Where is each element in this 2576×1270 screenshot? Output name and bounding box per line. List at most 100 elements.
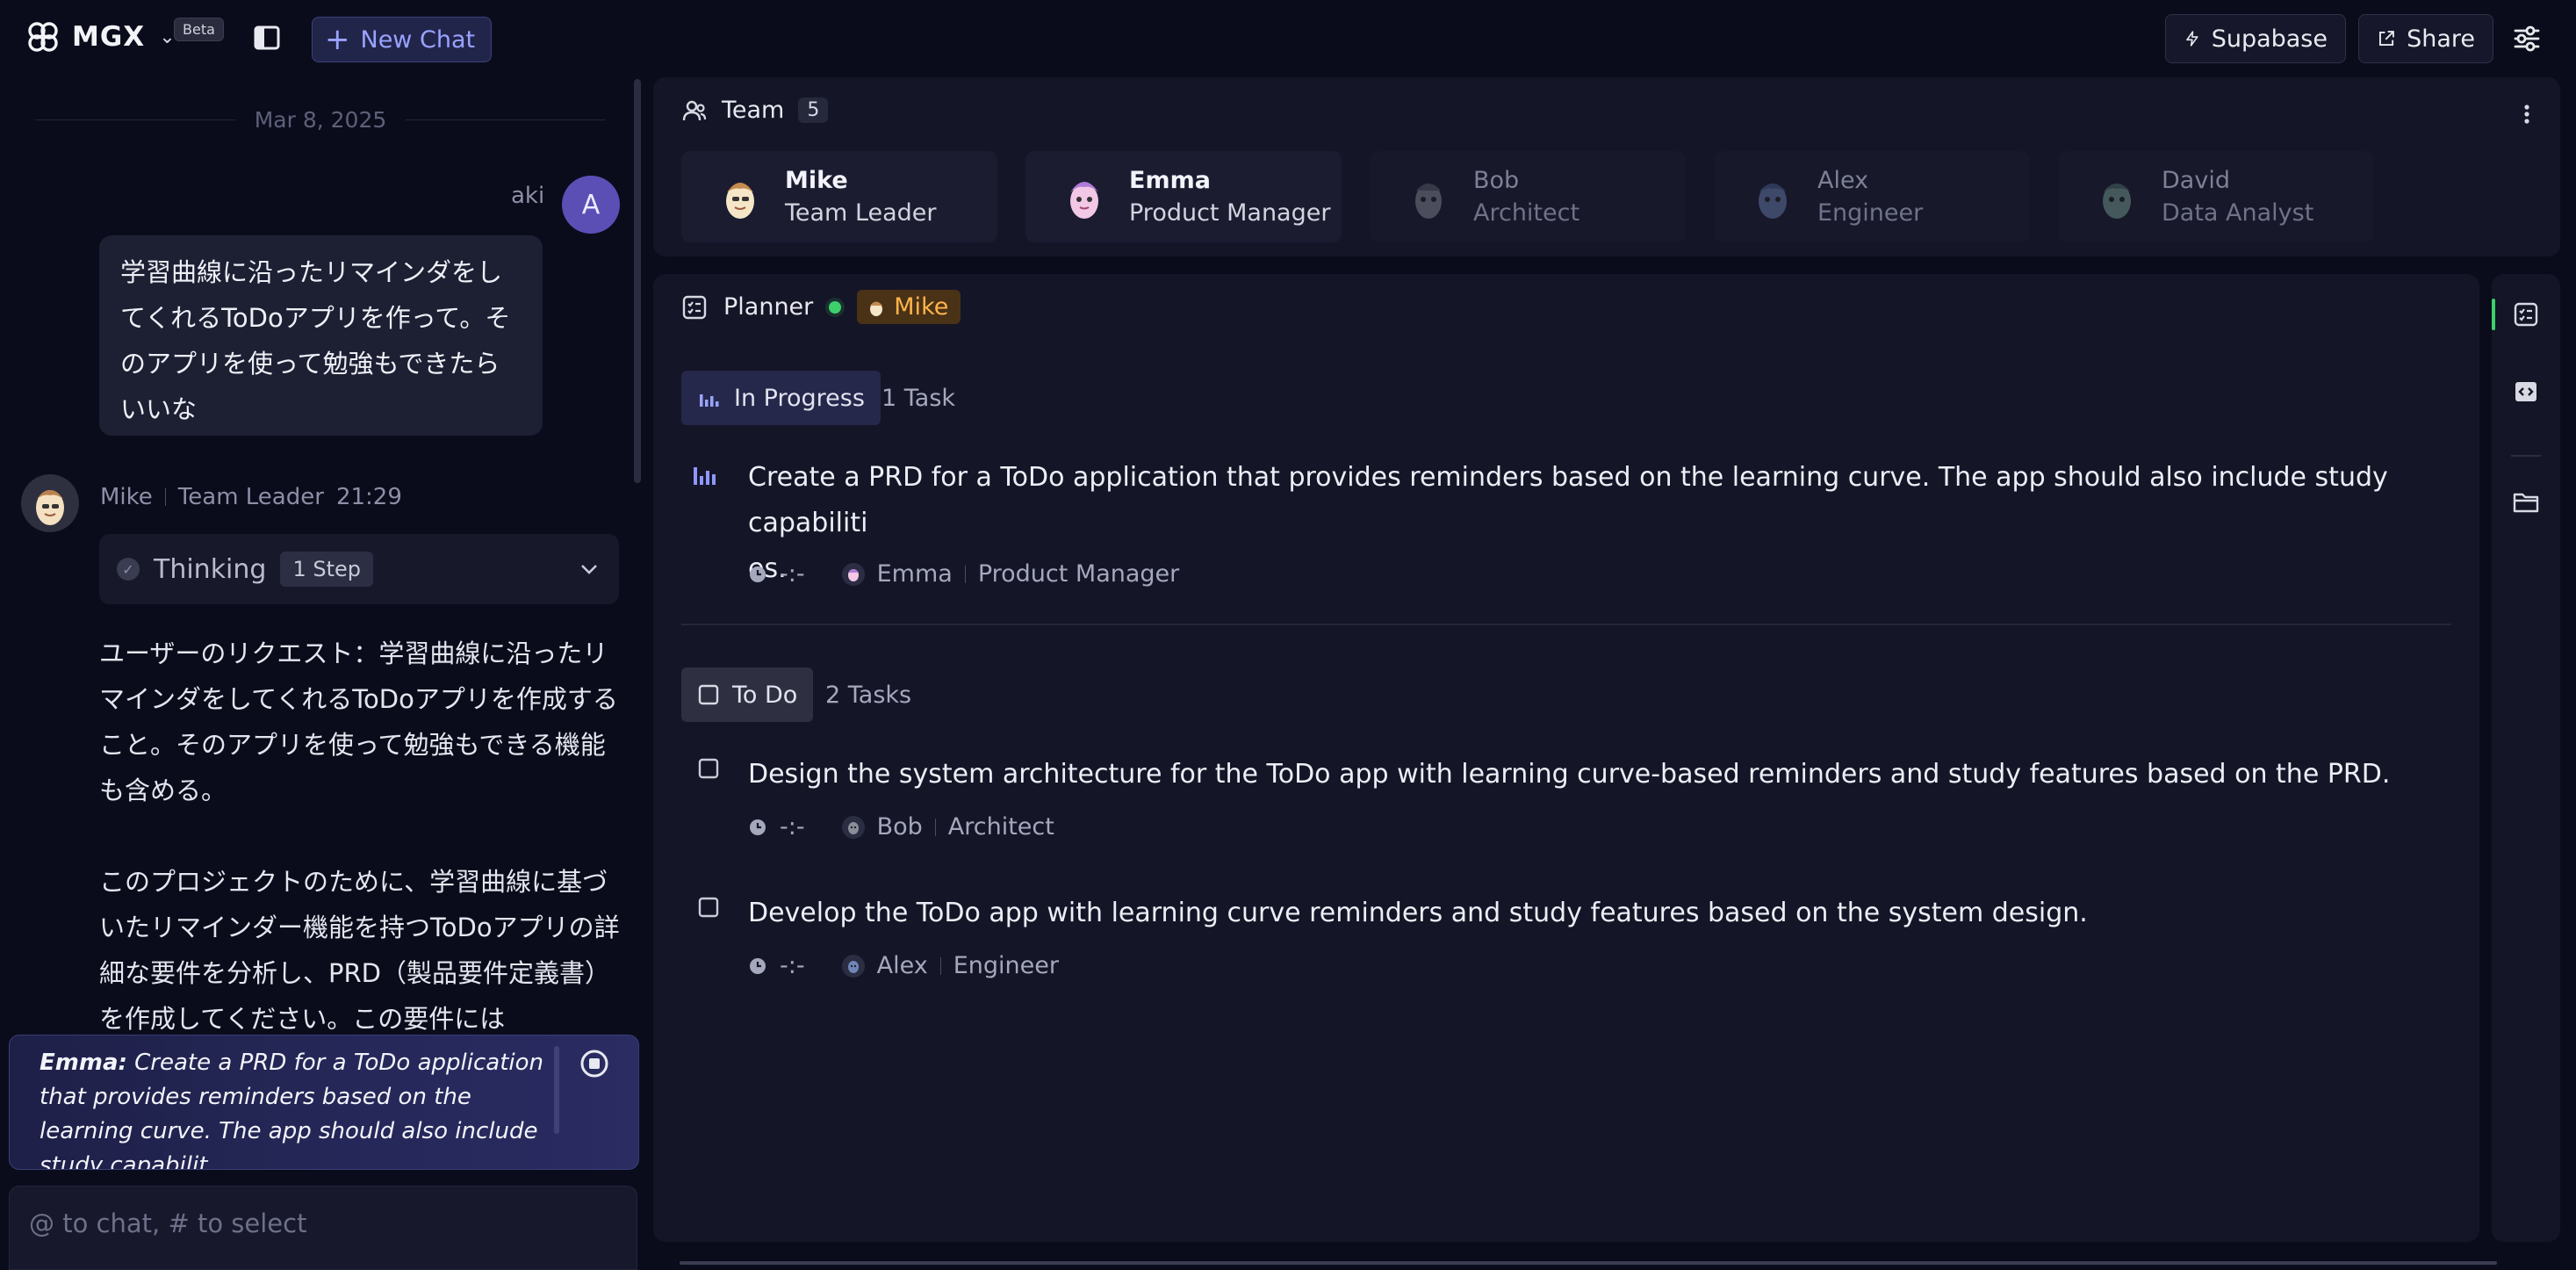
thinking-toggle[interactable]: ✓ Thinking 1 Step	[99, 534, 619, 604]
chat-input[interactable]	[29, 1206, 608, 1241]
supabase-icon	[2186, 31, 2198, 47]
planner-owner: Mike	[894, 293, 949, 321]
right-rail	[2492, 274, 2560, 1242]
task-title-text: Create a PRD for a ToDo application that…	[748, 462, 2388, 538]
checkbox-icon[interactable]	[697, 757, 720, 780]
user-name: aki	[511, 183, 545, 209]
code-icon	[2515, 382, 2536, 401]
check-icon: ✓	[117, 558, 140, 581]
sidebar-toggle-button[interactable]	[249, 21, 284, 54]
task-title[interactable]: Design the system architecture for the T…	[748, 752, 2390, 797]
task-time: -:-	[780, 560, 805, 588]
status-dot	[829, 300, 842, 314]
task-meta: -:- Bob Architect	[748, 813, 1054, 841]
alex-avatar	[1745, 170, 1800, 224]
reply-time: 21:29	[335, 484, 402, 510]
member-role: Engineer	[1817, 199, 1924, 227]
settings-icon	[2514, 25, 2540, 52]
app-menu[interactable]: MGX ⌄	[23, 16, 176, 58]
clock-icon	[750, 957, 766, 974]
task-time: -:-	[780, 952, 805, 979]
team-header: Team 5	[681, 97, 829, 124]
member-name: Mike	[785, 167, 848, 194]
david-avatar	[2090, 170, 2144, 224]
bar-chart-icon	[700, 394, 719, 407]
beta-badge: Beta	[174, 18, 224, 41]
member-role: Product Manager	[1129, 199, 1331, 227]
chevron-down-icon: ⌄	[159, 25, 176, 48]
planner-panel: Planner Mike In Progress 1 Task Create a…	[653, 274, 2479, 1242]
user-message: 学習曲線に沿ったリマインダをしてくれるToDoアプリを作って。そのアプリを使って…	[99, 235, 543, 436]
files-tab[interactable]	[2508, 485, 2544, 520]
chat-scrollbar[interactable]	[634, 79, 641, 483]
rail-active-indicator	[2492, 299, 2495, 330]
stop-icon[interactable]	[579, 1048, 610, 1079]
new-chat-label: New Chat	[360, 25, 476, 54]
task-role: Architect	[947, 813, 1054, 841]
member-name: Emma	[1129, 167, 1211, 194]
planner-label: Planner	[723, 293, 814, 321]
code-tab[interactable]	[2508, 374, 2544, 409]
team-member-bob[interactable]: Bob Architect	[1370, 151, 1686, 242]
horizontal-scrollbar[interactable]	[680, 1261, 2497, 1265]
chat-date: Mar 8, 2025	[254, 106, 387, 133]
checkbox-icon[interactable]	[697, 896, 720, 919]
planner-owner-tag: Mike	[857, 290, 961, 324]
settings-button[interactable]	[2508, 19, 2546, 58]
emma-avatar	[1057, 170, 1112, 224]
chat-input-box	[9, 1186, 637, 1270]
task-meta: -:- Alex Engineer	[748, 952, 1059, 979]
mike-avatar	[713, 170, 767, 224]
share-icon	[2378, 31, 2394, 47]
date-separator: Mar 8, 2025	[35, 104, 607, 135]
member-role: Architect	[1473, 199, 1580, 227]
bar-chart-icon	[694, 467, 716, 485]
member-name: Alex	[1817, 167, 1869, 194]
mike-mini-avatar	[870, 301, 883, 316]
new-chat-button[interactable]: + New Chat	[312, 17, 493, 62]
mike-avatar	[21, 474, 79, 532]
folder-icon	[2513, 493, 2539, 513]
reply-role: Team Leader	[177, 484, 324, 510]
task-role: Engineer	[953, 952, 1059, 979]
section-divider	[681, 624, 2451, 625]
team-member-alex[interactable]: Alex Engineer	[1714, 151, 2030, 242]
reply-author: Mike	[100, 484, 153, 510]
more-icon[interactable]	[2518, 98, 2536, 130]
task-role: Product Manager	[977, 560, 1180, 588]
team-member-david[interactable]: David Data Analyst	[2058, 151, 2374, 242]
app-name: MGX	[72, 21, 146, 53]
logo-icon	[28, 22, 58, 52]
team-panel: Team 5 Mike Team Leader Emma Product Man…	[653, 77, 2560, 256]
task-meta: -:- Emma Product Manager	[748, 560, 1179, 588]
bob-mini-avatar	[841, 815, 865, 839]
rail-divider	[2511, 455, 2541, 457]
bob-avatar	[1401, 170, 1456, 224]
reply-meta: Mike Team Leader 21:29	[100, 484, 402, 510]
supabase-button[interactable]: Supabase	[2165, 14, 2346, 63]
in-progress-section-tag[interactable]: In Progress	[681, 371, 881, 425]
avatar: A	[562, 176, 620, 234]
team-count: 5	[798, 97, 829, 123]
task-assignee: Alex	[876, 952, 928, 979]
thinking-steps: 1 Step	[280, 552, 373, 587]
agent-status-name: Emma:	[40, 1050, 127, 1076]
share-label: Share	[2407, 25, 2475, 53]
task-time: -:-	[780, 813, 805, 841]
reply-paragraph: ユーザーのリクエスト：学習曲線に沿ったリマインダをしてくれるToDoアプリを作成…	[99, 639, 618, 805]
reply-text: ユーザーのリクエスト：学習曲線に沿ったリマインダをしてくれるToDoアプリを作成…	[99, 631, 626, 1087]
task-title[interactable]: Develop the ToDo app with learning curve…	[748, 891, 2088, 936]
share-button[interactable]: Share	[2358, 14, 2493, 63]
team-member-emma[interactable]: Emma Product Manager	[1025, 151, 1342, 242]
team-member-mike[interactable]: Mike Team Leader	[681, 151, 997, 242]
alex-mini-avatar	[841, 954, 865, 978]
clock-icon	[750, 819, 766, 835]
todo-count: 2 Tasks	[825, 682, 912, 709]
status-scrollbar	[554, 1046, 559, 1134]
planner-tab[interactable]	[2508, 297, 2544, 332]
sidebar-toggle-icon	[254, 25, 280, 50]
member-name: Bob	[1473, 167, 1520, 194]
todo-section-tag[interactable]: To Do	[681, 667, 814, 722]
in-progress-count: 1 Task	[881, 385, 956, 412]
agent-status-card[interactable]: Emma: Create a PRD for a ToDo applicatio…	[9, 1035, 639, 1170]
